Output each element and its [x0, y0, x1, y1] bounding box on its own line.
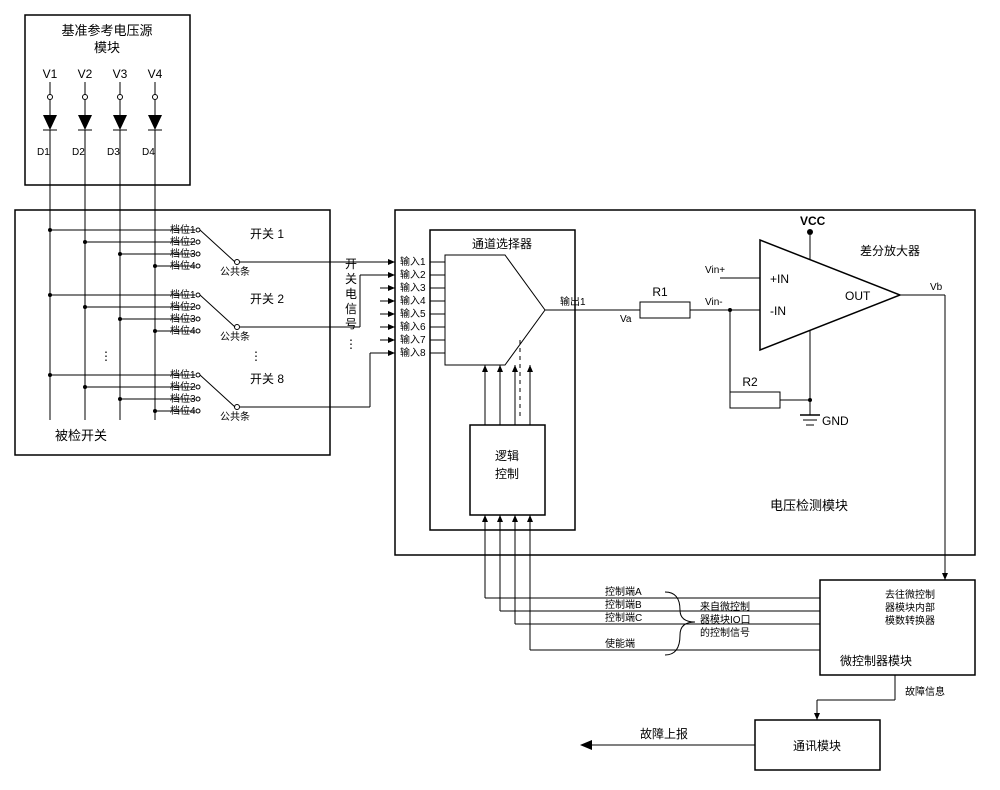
diode-d1 — [43, 100, 57, 185]
comm-module: 通讯模块 故障信息 故障上报 — [580, 675, 945, 770]
svg-text:关: 关 — [345, 272, 357, 286]
svg-text:档位2: 档位2 — [170, 380, 196, 393]
selector-output-label: 输出1 — [560, 295, 586, 308]
r2-label: R2 — [742, 375, 758, 389]
mcu-title: 微控制器模块 — [840, 654, 912, 668]
svg-text:档位2: 档位2 — [170, 300, 196, 313]
sw2-label: 开关 2 — [250, 292, 284, 306]
gnd-label: GND — [822, 414, 849, 428]
svg-text:去往微控制: 去往微控制 — [885, 588, 935, 601]
svg-text:的控制信号: 的控制信号 — [700, 626, 750, 639]
svg-text:档位1: 档位1 — [170, 223, 196, 236]
diode-d2 — [78, 100, 92, 185]
diode-d3 — [113, 100, 127, 185]
svg-text:输入8: 输入8 — [400, 346, 426, 359]
svg-text:器模块IO口: 器模块IO口 — [700, 614, 751, 626]
svg-text:信: 信 — [345, 302, 357, 316]
svg-text:输入1: 输入1 — [400, 255, 426, 268]
sw1-common: 公共条 — [220, 265, 250, 278]
svg-text:档位3: 档位3 — [170, 247, 196, 260]
ctrl-a: 控制端A — [605, 585, 642, 598]
svg-text:⋮: ⋮ — [100, 349, 112, 363]
d2-label: D2 — [72, 147, 85, 158]
v1-label: V1 — [43, 67, 58, 81]
svg-text:开: 开 — [345, 257, 357, 271]
svg-text:输入4: 输入4 — [400, 294, 426, 307]
svg-text:输入7: 输入7 — [400, 333, 426, 346]
ref-title-1: 基准参考电压源 — [61, 23, 152, 38]
svg-text:公共条: 公共条 — [220, 330, 250, 343]
svg-text:输入2: 输入2 — [400, 268, 426, 281]
diff-amplifier: R1 Vin- Vin+ +IN -IN OUT 差分放大器 Vb VCC R2… — [640, 214, 945, 428]
v4-label: V4 — [148, 67, 163, 81]
vcc-label: VCC — [800, 214, 826, 228]
sw1-label: 开关 1 — [250, 227, 284, 241]
switch-current-signal-label: 开 关 电 信 号 ⋮ — [345, 257, 357, 351]
out-label: OUT — [845, 289, 871, 303]
switch-2: 档位1 档位2 档位3 档位4 开关 2 公共条 — [48, 275, 395, 343]
comm-title: 通讯模块 — [793, 739, 841, 753]
svg-text:档位1: 档位1 — [170, 288, 196, 301]
svg-text:档位4: 档位4 — [170, 324, 196, 337]
svg-text:电: 电 — [345, 287, 357, 301]
voltage-detection-box — [395, 210, 975, 555]
svg-text:模数转换器: 模数转换器 — [885, 614, 935, 627]
svg-text:档位4: 档位4 — [170, 259, 196, 272]
svg-text:输入6: 输入6 — [400, 320, 426, 333]
ref-title-2: 模块 — [94, 40, 120, 55]
d4-label: D4 — [142, 147, 155, 158]
vin-minus: Vin- — [705, 297, 723, 308]
switch-1: 档位1 档位2 档位3 档位4 开关 1 公共条 — [48, 223, 395, 278]
svg-text:档位3: 档位3 — [170, 312, 196, 325]
svg-text:输入5: 输入5 — [400, 307, 426, 320]
d3-label: D3 — [107, 147, 120, 158]
v3-label: V3 — [113, 67, 128, 81]
svg-text:⋮: ⋮ — [250, 349, 262, 363]
vb-label: Vb — [930, 282, 943, 293]
svg-text:来自微控制: 来自微控制 — [700, 600, 750, 613]
voltage-detection-title: 电压检测模块 — [770, 498, 848, 513]
r1-label: R1 — [652, 285, 668, 299]
svg-text:逻辑: 逻辑 — [495, 449, 519, 463]
ref-voltage-module: 基准参考电压源 模块 V1 V2 V3 V4 — [25, 15, 190, 185]
svg-text:号: 号 — [345, 317, 357, 331]
svg-text:控制: 控制 — [495, 467, 519, 481]
svg-text:档位3: 档位3 — [170, 392, 196, 405]
d1-label: D1 — [37, 147, 50, 158]
fault-info-label: 故障信息 — [905, 685, 945, 698]
vin-plus: Vin+ — [705, 265, 725, 276]
svg-text:公共条: 公共条 — [220, 410, 250, 423]
va-label: Va — [620, 314, 632, 325]
switch-8: 档位1 档位2 档位3 档位4 开关 8 公共条 — [48, 353, 395, 423]
enable: 使能端 — [605, 637, 635, 650]
svg-text:档位1: 档位1 — [170, 368, 196, 381]
svg-text:⋮: ⋮ — [345, 337, 357, 351]
switch-box-title: 被检开关 — [55, 428, 107, 443]
svg-text:器模块内部: 器模块内部 — [885, 601, 935, 614]
sw8-label: 开关 8 — [250, 372, 284, 386]
fault-report-label: 故障上报 — [640, 726, 688, 741]
svg-text:档位4: 档位4 — [170, 404, 196, 417]
svg-text:输入3: 输入3 — [400, 281, 426, 294]
minus-in: -IN — [770, 304, 786, 318]
ctrl-c: 控制端C — [605, 611, 642, 624]
switch-under-test-box: 被检开关 档位1 档位2 档位3 档位4 开关 1 公共条 — [15, 210, 395, 455]
amp-title: 差分放大器 — [860, 243, 920, 258]
ctrl-b: 控制端B — [605, 598, 642, 611]
plus-in: +IN — [770, 272, 789, 286]
svg-text:档位2: 档位2 — [170, 235, 196, 248]
selector-title: 通道选择器 — [472, 237, 532, 251]
channel-selector: 通道选择器 输入1 输入2 输入3 输入4 输入5 输入6 输入7 输入8 输出… — [400, 230, 640, 650]
v2-label: V2 — [78, 67, 93, 81]
diode-d4 — [148, 100, 162, 185]
